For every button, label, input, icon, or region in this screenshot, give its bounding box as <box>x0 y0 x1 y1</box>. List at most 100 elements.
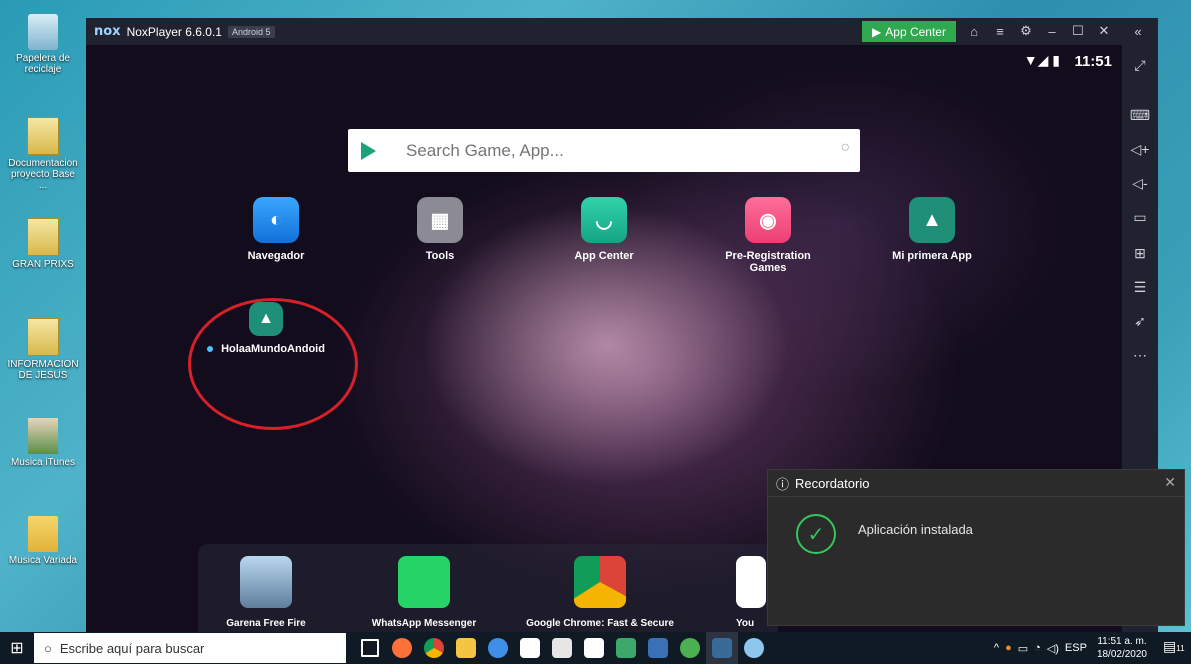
volume-down-icon[interactable]: ◁- <box>1130 173 1150 193</box>
android-studio-icon[interactable] <box>674 632 706 664</box>
collapse-sidebar-icon[interactable]: « <box>1128 21 1148 41</box>
dock-app-chrome[interactable]: Google Chrome: Fast & Secure <box>520 556 680 629</box>
red-highlight-circle <box>188 298 358 430</box>
desktop-icon-label: Papelera de reciclaje <box>16 53 70 75</box>
settings-gear-icon[interactable]: ⚙ <box>1016 21 1036 41</box>
menu-icon[interactable]: ≡ <box>990 21 1010 41</box>
nox-taskbar-icon[interactable] <box>706 632 738 664</box>
document-icon <box>27 117 59 155</box>
browser-icon: ◐ <box>253 197 299 243</box>
volume-up-icon[interactable]: ◁+ <box>1130 139 1150 159</box>
shirt-theme-icon[interactable]: ⌂ <box>964 21 984 41</box>
paint-icon[interactable] <box>738 632 770 664</box>
play-store-icon <box>361 141 376 160</box>
gamepad-icon: ◉ <box>745 197 791 243</box>
keyboard-icon[interactable]: ⌨ <box>1130 105 1150 125</box>
taskbar-date: 18/02/2020 <box>1096 649 1147 660</box>
toast-close-icon[interactable]: ✕ <box>1164 474 1176 491</box>
dock-app-garena[interactable]: Garena Free Fire <box>196 556 336 629</box>
store-icon[interactable] <box>514 632 546 664</box>
toast-header: ⓘ Recordatorio <box>768 470 1184 497</box>
notifications-icon[interactable]: ▤11 <box>1163 638 1185 658</box>
close-icon[interactable]: ✕ <box>1094 21 1114 41</box>
app-center-button[interactable]: ▶ App Center <box>862 21 956 42</box>
rocket-icon[interactable]: ➶ <box>1130 311 1150 331</box>
maximize-icon[interactable]: ☐ <box>1068 21 1088 41</box>
garena-free-fire-icon <box>240 556 292 608</box>
app-pre-registration-games[interactable]: ◉ Pre-Registration Games <box>708 197 828 274</box>
dock-app-label: WhatsApp Messenger <box>371 618 477 629</box>
minimize-icon[interactable]: – <box>1042 21 1062 41</box>
nox-logo: nox <box>94 24 121 39</box>
taskbar-clock[interactable]: 11:51 a. m. 18/02/2020 <box>1097 635 1147 661</box>
app-label: Mi primera App <box>892 250 972 262</box>
desktop-icon-gran-prixs[interactable]: GRAN PRIXS <box>6 218 80 270</box>
multi-instance-icon[interactable]: ☰ <box>1130 277 1150 297</box>
app-label: Navegador <box>247 250 305 262</box>
taskbar-search-placeholder: Escribe aquí para buscar <box>59 640 205 656</box>
app-dock: Garena Free Fire WhatsApp Messenger Goog… <box>198 544 778 632</box>
android-version-badge: Android 5 <box>227 25 275 38</box>
desktop-icon-label: INFORMACION DE JESUS <box>7 359 79 381</box>
network-icon[interactable]: ◔ <box>1034 642 1041 654</box>
notification-count: 11 <box>1176 644 1185 653</box>
battery-icon[interactable]: ▭ <box>1018 642 1028 655</box>
chrome-taskbar-icon[interactable] <box>418 632 450 664</box>
window-title: NoxPlayer 6.6.0.1 <box>126 24 222 39</box>
volume-icon[interactable]: ◁) <box>1047 642 1059 655</box>
firefox-icon[interactable] <box>386 632 418 664</box>
desktop-icon-musica-itunes[interactable]: Musica iTunes <box>6 418 80 468</box>
app-label: Pre-Registration Games <box>725 250 811 274</box>
dock-app-label: Garena Free Fire <box>226 618 306 629</box>
taskbar-search-box[interactable]: ○ Escribe aquí para buscar <box>34 633 346 663</box>
more-icon[interactable]: ⋯ <box>1130 345 1150 365</box>
app-navegador[interactable]: ◐ Navegador <box>216 197 336 262</box>
windows-start-icon[interactable]: ⊞ <box>0 632 34 664</box>
app-tools[interactable]: ▦ Tools <box>380 197 500 262</box>
desktop-icon-informacion[interactable]: INFORMACION DE JESUS <box>6 318 80 381</box>
excel-icon[interactable] <box>610 632 642 664</box>
dock-app-whatsapp[interactable]: WhatsApp Messenger <box>354 556 494 629</box>
play-arrow-icon: ▶ <box>872 24 882 39</box>
file-explorer-icon[interactable] <box>450 632 482 664</box>
desktop-icon-documentacion[interactable]: Documentacion proyecto Base ... <box>6 117 80 191</box>
tray-app-icon[interactable]: ● <box>1005 642 1012 654</box>
search-input[interactable] <box>404 139 808 162</box>
desktop-icon-label: Musica iTunes <box>10 457 76 468</box>
tools-folder-icon: ▦ <box>417 197 463 243</box>
desktop-icon-recycle-bin[interactable]: Papelera de reciclaje <box>6 14 80 75</box>
document-icon <box>27 318 59 356</box>
amazon-icon[interactable] <box>578 632 610 664</box>
screen-icon[interactable]: ▭ <box>1130 207 1150 227</box>
show-hidden-icons-icon[interactable]: ^ <box>994 642 999 654</box>
system-tray: ^ ● ▭ ◔ ◁) ESP 11:51 a. m. 18/02/2020 <box>994 632 1147 664</box>
mail-icon[interactable] <box>546 632 578 664</box>
play-store-search-bar[interactable]: ○ <box>348 129 860 172</box>
app-app-center[interactable]: ◡ App Center <box>544 197 664 262</box>
app-label: Tools <box>425 250 455 262</box>
app-center-button-label: App Center <box>885 24 946 39</box>
dock-app-label: Google Chrome: Fast & Secure <box>526 618 674 629</box>
wifi-signal-battery-icons: ▼◢ ▮ <box>1023 52 1060 68</box>
add-apk-icon[interactable]: ⊞ <box>1130 243 1150 263</box>
app-label: App Center <box>574 250 634 262</box>
app-mi-primera-app[interactable]: ▲ Mi primera App <box>872 197 992 262</box>
fullscreen-icon[interactable]: ⤢ <box>1130 55 1150 75</box>
app-center-icon: ◡ <box>581 197 627 243</box>
search-icon[interactable]: ○ <box>840 139 850 157</box>
edge-icon[interactable] <box>482 632 514 664</box>
itunes-shortcut-icon <box>28 418 58 454</box>
desktop-icon-label: GRAN PRIXS <box>12 259 74 270</box>
search-icon: ○ <box>44 640 52 656</box>
android-clock: 11:51 <box>1074 53 1112 70</box>
toast-message: Aplicación instalada <box>858 522 973 537</box>
android-robot-icon: ▲ <box>909 197 955 243</box>
desktop-icon-musica-variada[interactable]: Musica Variada <box>6 516 80 566</box>
toast-title: Recordatorio <box>795 475 870 491</box>
task-view-icon[interactable] <box>354 632 386 664</box>
language-indicator[interactable]: ESP <box>1065 642 1087 654</box>
title-bar: nox NoxPlayer 6.6.0.1 Android 5 ▶ App Ce… <box>86 18 1158 45</box>
info-icon: ⓘ <box>776 476 790 492</box>
vscode-icon[interactable] <box>642 632 674 664</box>
notification-toast: ⓘ Recordatorio ✕ ✓ Aplicación instalada <box>767 469 1185 626</box>
